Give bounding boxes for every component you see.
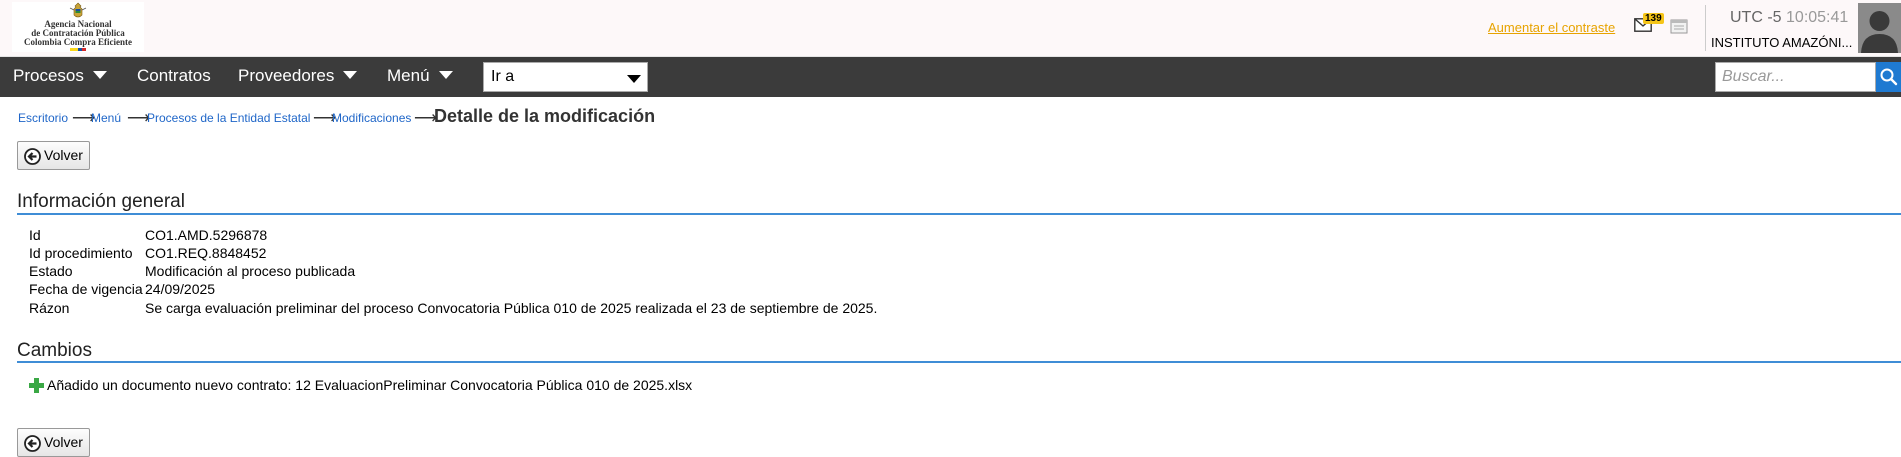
change-item: Añadido un documento nuevo contrato: 12 …: [29, 377, 692, 393]
section-divider: [17, 361, 1901, 363]
clock: UTC -5 10:05:41: [1730, 9, 1848, 27]
back-button-label: Volver: [44, 147, 83, 163]
search-button[interactable]: [1876, 62, 1901, 92]
go-to-select[interactable]: Ir a: [483, 62, 648, 92]
flag-stripe: [70, 48, 86, 51]
chevron-down-icon: [438, 70, 453, 79]
field-label-reason: Rázon: [29, 300, 70, 316]
field-label-effective-date: Fecha de vigencia: [29, 281, 143, 297]
main-navigation: Procesos Contratos Proveedores Menú Ir a: [0, 57, 1901, 97]
chevron-down-icon: [92, 70, 107, 79]
breadcrumb-menu[interactable]: Menú: [91, 111, 121, 125]
coat-of-arms-icon: [69, 2, 87, 18]
document-icon[interactable]: [1670, 19, 1688, 34]
user-avatar-icon[interactable]: [1858, 3, 1901, 53]
search-input[interactable]: [1715, 62, 1876, 92]
nav-menu[interactable]: Menú: [387, 57, 453, 97]
field-label-id: Id: [29, 227, 41, 243]
nav-providers[interactable]: Proveedores: [238, 57, 358, 97]
nav-processes-label: Procesos: [13, 66, 84, 85]
changes-heading: Cambios: [17, 340, 92, 361]
back-button-label: Volver: [44, 434, 83, 450]
back-button-bottom[interactable]: Volver: [17, 428, 90, 457]
nav-providers-label: Proveedores: [238, 66, 335, 85]
general-info-heading: Información general: [17, 191, 185, 212]
breadcrumb-modifications[interactable]: Modificaciones: [332, 111, 411, 125]
field-label-procedure-id: Id procedimiento: [29, 245, 133, 261]
plus-icon: [29, 378, 44, 393]
section-divider: [17, 213, 1901, 215]
field-value-reason: Se carga evaluación preliminar del proce…: [145, 300, 878, 316]
page-title: Detalle de la modificación: [434, 106, 656, 126]
go-to-select-value: Ir a: [491, 68, 515, 85]
field-label-status: Estado: [29, 263, 73, 279]
field-value-status: Modificación al proceso publicada: [145, 263, 356, 279]
organization-name[interactable]: INSTITUTO AMAZÓNI...: [1711, 35, 1852, 50]
timezone-label: UTC -5: [1730, 9, 1782, 26]
header-divider: [1705, 5, 1706, 51]
top-header: Agencia Nacional de Contratación Pública…: [0, 0, 1901, 57]
arrow-left-circle-icon: [24, 148, 41, 165]
field-value-id: CO1.AMD.5296878: [145, 227, 268, 243]
back-button[interactable]: Volver: [17, 141, 90, 170]
search-icon: [1880, 68, 1898, 86]
field-value-effective-date: 24/09/2025: [145, 281, 216, 297]
field-value-procedure-id: CO1.REQ.8848452: [145, 245, 267, 261]
chevron-down-icon: [343, 70, 358, 79]
breadcrumb-desktop[interactable]: Escritorio: [18, 111, 68, 125]
nav-contracts[interactable]: Contratos: [137, 57, 211, 97]
change-item-text: Añadido un documento nuevo contrato: 12 …: [47, 377, 693, 393]
increase-contrast-link[interactable]: Aumentar el contraste: [1488, 20, 1615, 35]
nav-menu-label: Menú: [387, 66, 430, 85]
chevron-down-icon: [627, 75, 641, 83]
notification-count-badge: 139: [1643, 13, 1664, 24]
agency-logo[interactable]: Agencia Nacional de Contratación Pública…: [12, 2, 144, 52]
nav-contracts-label: Contratos: [137, 66, 211, 85]
arrow-left-circle-icon: [24, 435, 41, 452]
breadcrumb-entity-processes[interactable]: Procesos de la Entidad Estatal: [147, 111, 310, 125]
logo-line-3: Colombia Compra Eficiente: [24, 37, 132, 47]
time-label: 10:05:41: [1786, 9, 1849, 26]
nav-processes[interactable]: Procesos: [13, 57, 107, 97]
